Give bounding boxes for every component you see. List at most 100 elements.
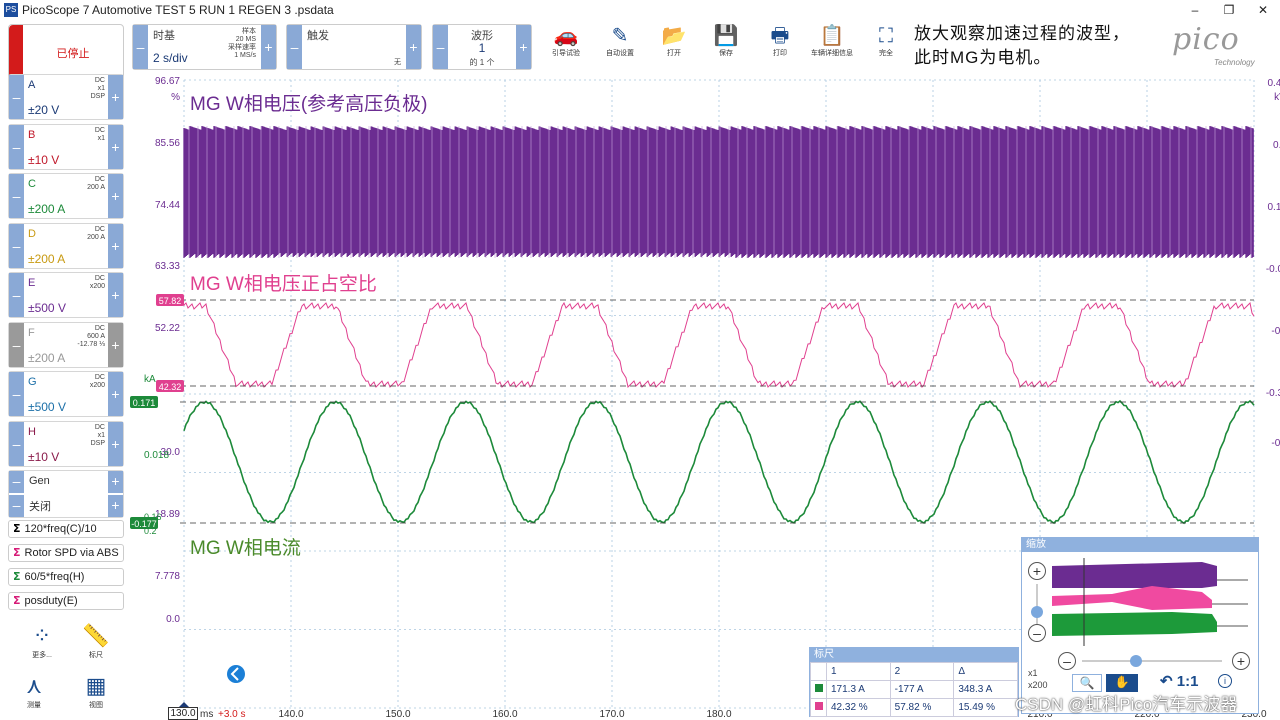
trace-title: MG W相电压正占空比 <box>190 273 377 295</box>
right-axis-tick: 0.3 <box>1273 140 1280 151</box>
trigger-mode[interactable]: 无 <box>394 59 401 67</box>
channel-name: B <box>28 128 36 141</box>
channel-range[interactable]: ±20 V <box>28 103 59 117</box>
channel-range[interactable]: ±200 A <box>28 252 65 266</box>
horizontal-zoom-slider[interactable] <box>1082 660 1222 662</box>
waveform-next-button[interactable]: + <box>516 25 531 69</box>
channel-b-control[interactable]: – B ±10 V DC x1 + <box>8 123 124 170</box>
channel-range-plus-button[interactable]: + <box>108 421 123 466</box>
zoom-out-vertical-button[interactable]: – <box>1028 624 1046 642</box>
channel-range-minus-button[interactable]: – <box>9 372 24 416</box>
channel-range-minus-button[interactable]: – <box>9 322 24 367</box>
timebase-plus-button[interactable]: + <box>261 25 276 69</box>
timebase-minus-button[interactable]: – <box>133 25 148 69</box>
channel-f-control[interactable]: – F ±200 A DC 600 A -12.78 ⅓ + <box>8 321 124 368</box>
fullscreen-button[interactable]: ⛶ 完全 <box>862 24 910 70</box>
vertical-zoom-thumb[interactable] <box>1031 606 1043 618</box>
auto-setup-button[interactable]: ✎ 自动设置 <box>596 24 644 70</box>
channel-range[interactable]: ±200 A <box>28 351 65 365</box>
channel-range-minus-button[interactable]: – <box>9 223 24 268</box>
channel-name: A <box>28 79 36 91</box>
math-channel[interactable]: Σ 120*freq(C)/10 <box>8 520 124 538</box>
channel-sidebar: – A ±20 V DC x1 DSP + – B ±10 V DC x1 + – C ±200 A DC 200… <box>0 74 130 720</box>
zoom-in-vertical-button[interactable]: + <box>1028 562 1046 580</box>
gen-plus-button[interactable]: + <box>108 471 123 493</box>
channel-range-plus-button[interactable]: + <box>108 322 123 367</box>
channel-g-control[interactable]: – G ±500 V DC x200 + <box>8 371 124 417</box>
channel-a-control[interactable]: – A ±20 V DC x1 DSP + <box>8 74 124 120</box>
ruler-title: 标尺 <box>810 648 1018 662</box>
trigger-minus-button[interactable]: – <box>287 25 302 69</box>
run-status: 已停止 <box>56 48 90 60</box>
channel-range[interactable]: ±200 A <box>28 202 65 216</box>
open-button[interactable]: 📂 打开 <box>650 24 698 70</box>
samples-value[interactable]: 20 MS <box>228 36 256 44</box>
channel-range-plus-button[interactable]: + <box>108 174 123 218</box>
channel-info: DC 600 A -12.78 ⅓ <box>77 324 105 348</box>
channel-info: DC 200 A <box>87 225 105 241</box>
horizontal-zoom-thumb[interactable] <box>1130 655 1142 667</box>
zoom-overview[interactable] <box>1052 558 1248 650</box>
gen-label: Gen <box>29 475 50 487</box>
channel-range-plus-button[interactable]: + <box>108 372 123 416</box>
channel-range[interactable]: ±500 V <box>28 400 66 414</box>
window-title: PicoScope 7 Automotive TEST 5 RUN 1 REGE… <box>22 3 334 17</box>
signal-generator-control[interactable]: – Gen + – 关闭 + <box>8 470 124 518</box>
trigger-plus-button[interactable]: + <box>406 25 421 69</box>
minimize-button[interactable]: – <box>1178 3 1212 17</box>
math-channel[interactable]: Σposduty(E) <box>8 592 124 610</box>
channel-range-plus-button[interactable]: + <box>108 273 123 317</box>
tool-button[interactable]: ⋏ 测量 <box>14 672 54 710</box>
gen-off-minus-button[interactable]: – <box>9 495 24 517</box>
channel-h-control[interactable]: – H ±10 V DC x1 DSP + <box>8 420 124 467</box>
ruler-panel: 标尺 1 2 Δ 171.3 A -177 A 348.3 A 42.32 % … <box>809 647 1019 717</box>
timebase-label: 时基 <box>153 30 175 42</box>
time-axis-tick: 160.0 <box>492 709 517 720</box>
zoom-reset-button[interactable]: ↶ 1:1 <box>1160 672 1198 690</box>
channel-e-control[interactable]: – E ±500 V DC x200 + <box>8 272 124 318</box>
logo-word: pico <box>1172 22 1240 57</box>
channel-range-plus-button[interactable]: + <box>108 75 123 119</box>
row-color-swatch <box>815 684 823 692</box>
tool-button[interactable]: 📏 标尺 <box>76 622 116 660</box>
tool-button[interactable]: ⁘ 更多... <box>22 622 62 660</box>
vehicle-details-button[interactable]: 📋 车辆详细信息 <box>808 24 856 70</box>
channel-range-minus-button[interactable]: – <box>9 124 24 169</box>
timebase-value[interactable]: 2 s/div <box>153 51 188 65</box>
time-axis-start[interactable]: 130.0 <box>168 707 198 720</box>
channel-range-minus-button[interactable]: – <box>9 174 24 218</box>
tool-button[interactable]: ▦ 视图 <box>76 672 116 710</box>
guided-test-button[interactable]: 🚗 引导试验 <box>542 24 590 70</box>
vertical-zoom-slider[interactable] <box>1036 584 1038 624</box>
channel-range[interactable]: ±500 V <box>28 301 66 315</box>
zoom-out-horizontal-button[interactable]: – <box>1058 652 1076 670</box>
gen-minus-button[interactable]: – <box>9 471 24 493</box>
channel-c-control[interactable]: – C ±200 A DC 200 A + <box>8 173 124 219</box>
channel-info: DC x1 DSP <box>90 423 105 447</box>
save-button[interactable]: 💾 保存 <box>702 24 750 70</box>
scroll-left-button[interactable] <box>227 665 245 683</box>
channel-range-plus-button[interactable]: + <box>108 223 123 268</box>
zoom-in-horizontal-button[interactable]: + <box>1232 652 1250 670</box>
channel-range[interactable]: ±10 V <box>28 153 59 167</box>
close-button[interactable]: ✕ <box>1246 3 1280 17</box>
print-button[interactable]: 🖶 打印 <box>756 24 804 70</box>
channel-range[interactable]: ±10 V <box>28 450 59 464</box>
rate-value: 1 MS/s <box>234 52 256 59</box>
channel-range-minus-button[interactable]: – <box>9 273 24 317</box>
right-axis-unit: kV <box>1274 92 1280 103</box>
ruler-value: 42.32 <box>159 382 182 392</box>
floppy-icon: 💾 <box>713 25 739 47</box>
maximize-button[interactable]: ❐ <box>1212 3 1246 17</box>
gen-state[interactable]: 关闭 <box>29 498 51 514</box>
ruler-value: 57.82 <box>159 296 182 306</box>
math-channel[interactable]: Σ 60/5*freq(H) <box>8 568 124 586</box>
info-icon[interactable]: i <box>1218 674 1232 688</box>
math-channel[interactable]: Σ Rotor SPD via ABS <box>8 544 124 562</box>
channel-d-control[interactable]: – D ±200 A DC 200 A + <box>8 222 124 269</box>
channel-range-minus-button[interactable]: – <box>9 75 24 119</box>
gen-off-plus-button[interactable]: + <box>108 495 123 517</box>
channel-range-plus-button[interactable]: + <box>108 124 123 169</box>
channel-range-minus-button[interactable]: – <box>9 421 24 466</box>
voltage-trace-purple <box>183 126 1254 258</box>
